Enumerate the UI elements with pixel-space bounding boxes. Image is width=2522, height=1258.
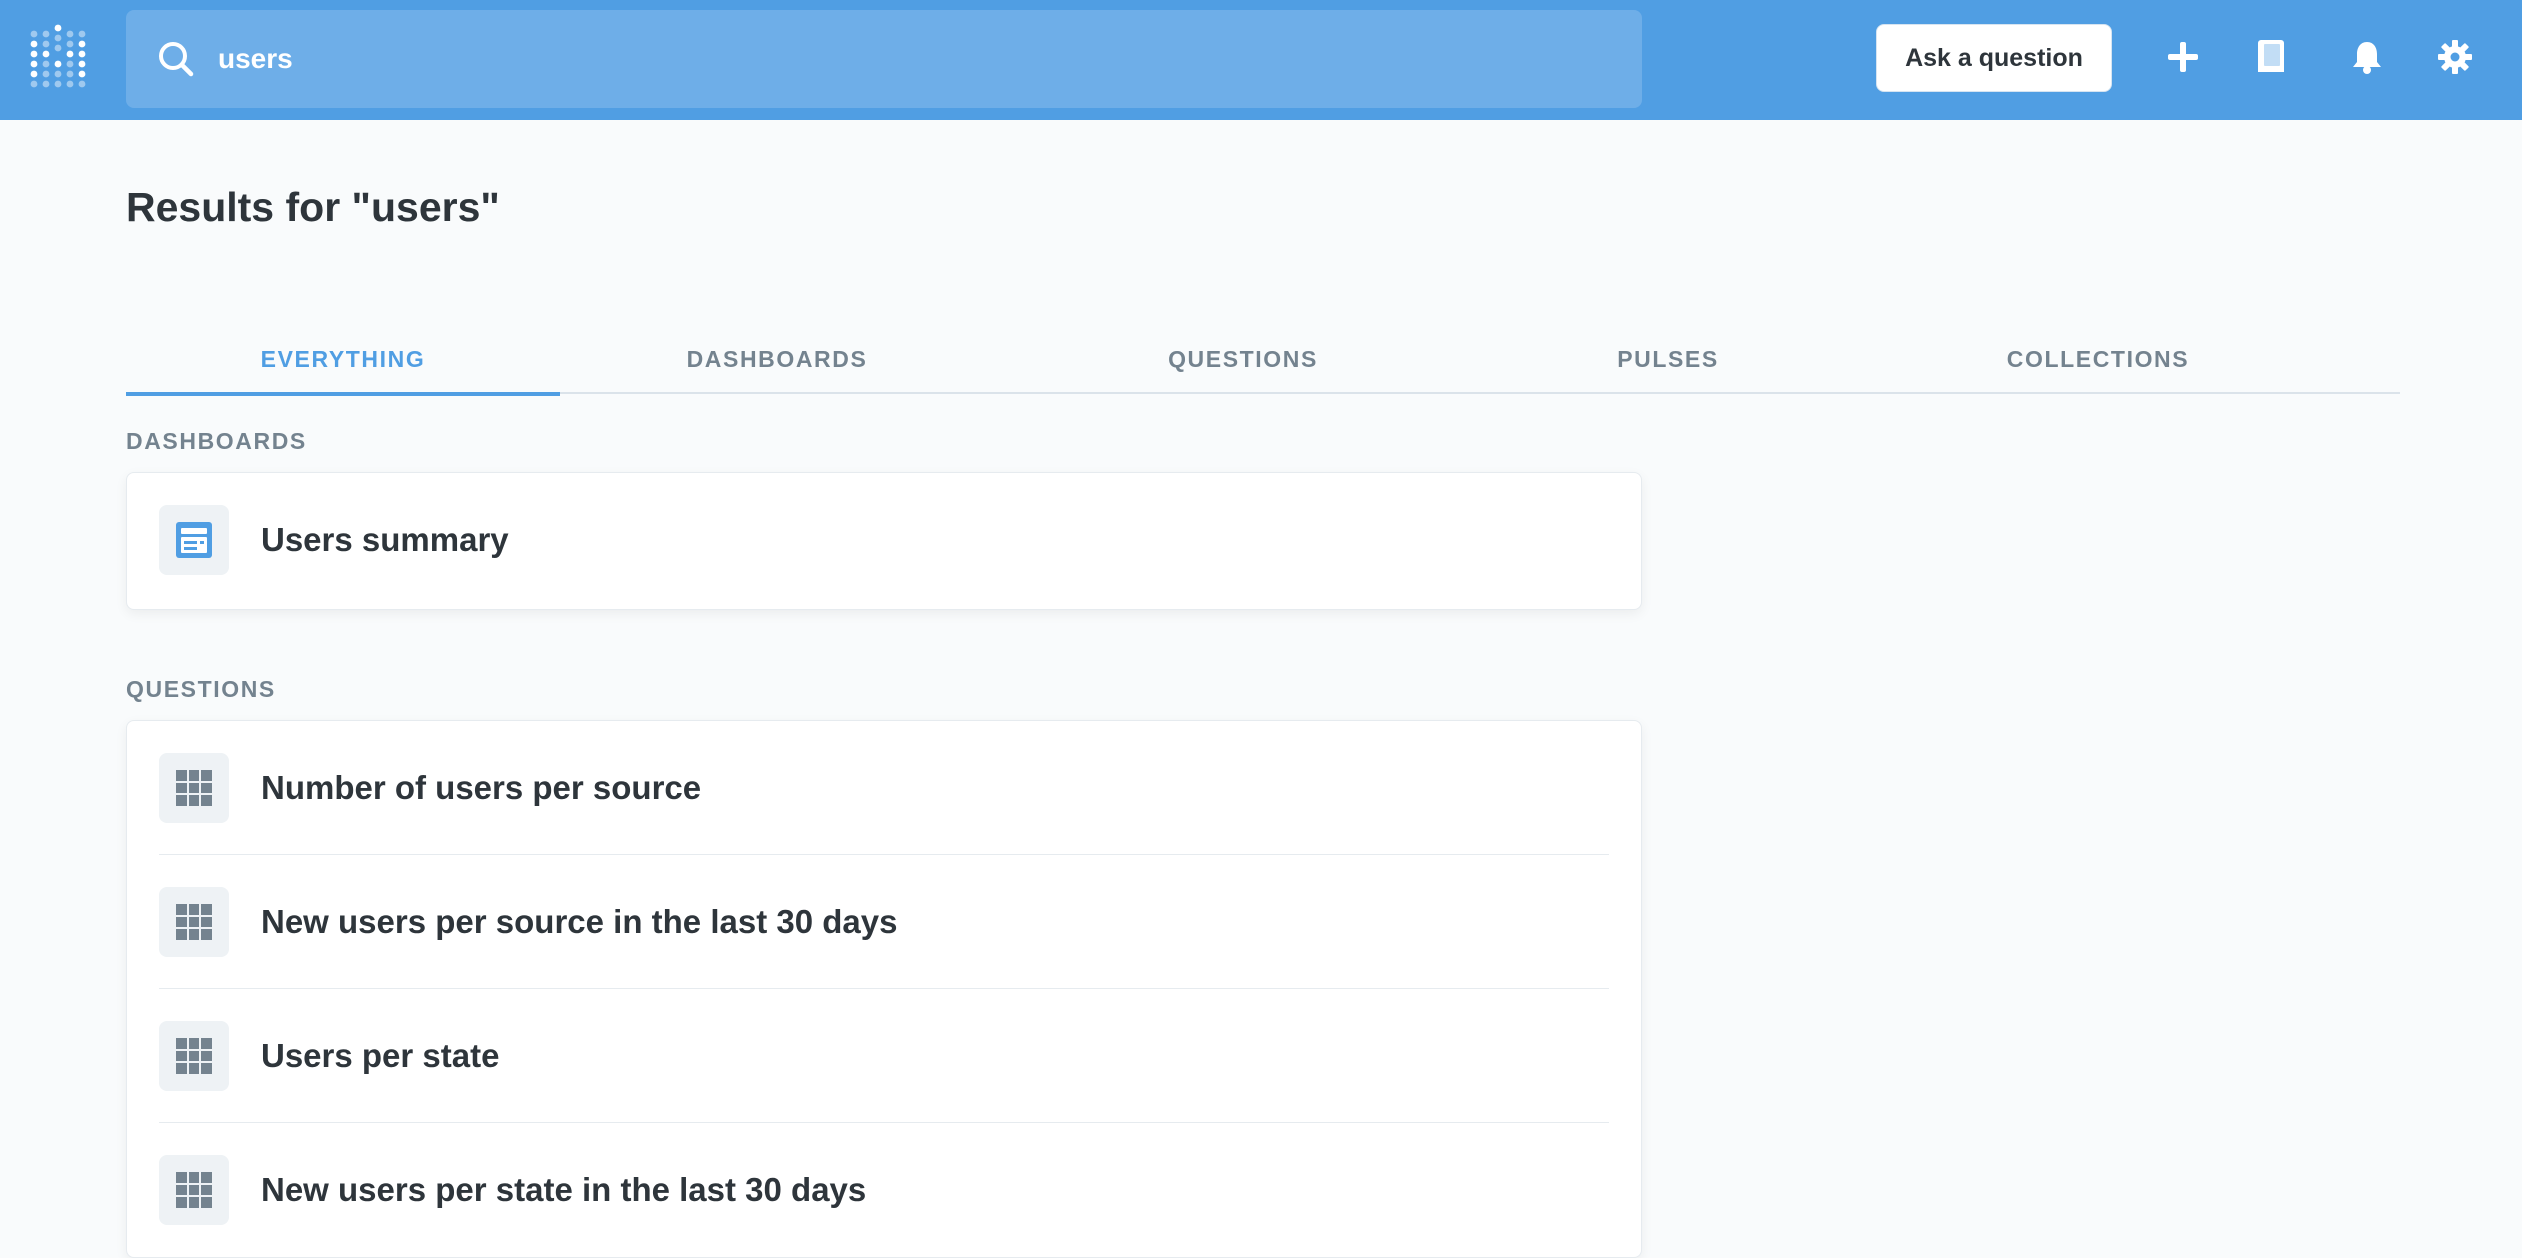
reference-book-icon[interactable]: [2248, 34, 2294, 80]
tab-collections[interactable]: COLLECTIONS: [1881, 330, 2315, 394]
tab-everything[interactable]: EVERYTHING: [126, 330, 560, 396]
result-item-label: New users per state in the last 30 days: [261, 1171, 867, 1208]
result-item-question[interactable]: New users per state in the last 30 days: [159, 1123, 1609, 1257]
settings-gear-icon[interactable]: [2432, 34, 2478, 80]
tab-questions[interactable]: QUESTIONS: [1026, 330, 1460, 394]
ask-a-question-button[interactable]: Ask a question: [1876, 24, 2112, 92]
result-item-label: Users summary: [261, 521, 509, 558]
top-nav-bar: Ask a question: [0, 0, 2522, 120]
tab-dashboards[interactable]: DASHBOARDS: [560, 330, 994, 394]
dashboards-section-label: DASHBOARDS: [126, 428, 307, 454]
questions-results-card: Number of users per source New users per…: [126, 720, 1642, 1258]
tab-pulses[interactable]: PULSES: [1451, 330, 1885, 394]
questions-section-label: QUESTIONS: [126, 676, 276, 702]
result-item-label: Number of users per source: [261, 768, 702, 806]
result-item-question[interactable]: New users per source in the last 30 days: [159, 855, 1609, 989]
table-grid-icon: [159, 1155, 229, 1225]
metabase-logo-icon[interactable]: [30, 24, 86, 90]
search-icon: [156, 39, 196, 79]
dashboard-icon: [159, 505, 229, 575]
result-item-question[interactable]: Users per state: [159, 989, 1609, 1123]
table-grid-icon: [159, 1020, 229, 1091]
result-item-label: New users per source in the last 30 days: [261, 902, 898, 940]
result-item-question[interactable]: Number of users per source: [159, 721, 1609, 855]
page-title: Results for "users": [126, 184, 500, 230]
search-input[interactable]: [206, 30, 1606, 88]
table-grid-icon: [159, 886, 229, 957]
dashboards-results-card: Users summary: [126, 472, 1642, 610]
table-grid-icon: [159, 752, 229, 823]
add-icon[interactable]: [2160, 34, 2206, 80]
search-filter-tabs: EVERYTHING DASHBOARDS QUESTIONS PULSES C…: [126, 330, 2400, 396]
result-item-dashboard[interactable]: Users summary: [159, 473, 1609, 607]
result-item-label: Users per state: [261, 1036, 500, 1074]
search-bar[interactable]: [126, 10, 1642, 108]
notifications-bell-icon[interactable]: [2344, 34, 2390, 80]
